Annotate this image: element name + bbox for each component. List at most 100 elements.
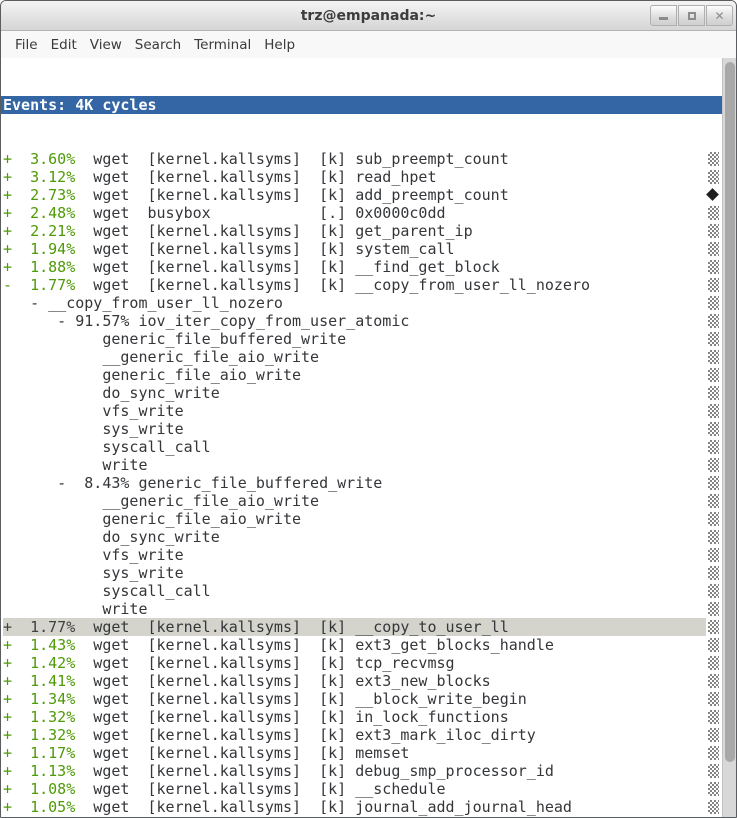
tui-scrollbar-block-icon (708, 296, 719, 310)
perf-callchain-text: __generic_file_aio_write (3, 492, 319, 510)
perf-callchain-text: syscall_call (3, 582, 211, 600)
perf-entry-row[interactable]: + 1.43% wget [kernel.kallsyms] [k] ext3_… (3, 636, 722, 654)
menu-item-file[interactable]: File (9, 33, 44, 57)
perf-row-detail: wget [kernel.kallsyms] [k] __copy_to_use… (75, 618, 508, 636)
perf-callchain-text: do_sync_write (3, 384, 220, 402)
tui-scrollbar-block-icon (708, 224, 719, 238)
perf-row-percent: + 1.94% (3, 240, 75, 258)
perf-row-detail: wget [kernel.kallsyms] [k] read_hpet (75, 168, 436, 186)
perf-row-detail: wget [kernel.kallsyms] [k] __schedule (75, 780, 445, 798)
perf-callchain-row[interactable]: __generic_file_aio_write (3, 348, 722, 366)
perf-entry-row[interactable]: + 1.32% wget [kernel.kallsyms] [k] in_lo… (3, 708, 722, 726)
perf-entry-row[interactable]: + 1.41% wget [kernel.kallsyms] [k] ext3_… (3, 672, 722, 690)
terminal-scrollbar-thumb[interactable] (725, 62, 735, 762)
perf-callchain-row[interactable]: syscall_call (3, 438, 722, 456)
tui-scrollbar-block-icon (708, 242, 719, 256)
tui-scrollbar-block-icon (708, 674, 719, 688)
perf-entry-row[interactable]: + 0.92% wget [kernel.kallsyms] [k] __ext… (3, 816, 722, 817)
perf-entry-row[interactable]: + 2.48% wget busybox [.] 0x0000c0dd (3, 204, 722, 222)
perf-callchain-row[interactable]: write (3, 600, 722, 618)
perf-entry-row[interactable]: + 1.34% wget [kernel.kallsyms] [k] __blo… (3, 690, 722, 708)
perf-entry-row[interactable]: + 1.94% wget [kernel.kallsyms] [k] syste… (3, 240, 722, 258)
perf-entry-row[interactable]: + 3.60% wget [kernel.kallsyms] [k] sub_p… (3, 150, 722, 168)
perf-callchain-row[interactable]: - __copy_from_user_ll_nozero (3, 294, 722, 312)
perf-row-percent: + 2.73% (3, 186, 75, 204)
perf-row-percent: + 2.21% (3, 222, 75, 240)
tui-scrollbar-block-icon (708, 548, 719, 562)
perf-entry-row[interactable]: + 1.77% wget [kernel.kallsyms] [k] __cop… (3, 618, 722, 636)
minimize-icon (659, 17, 668, 20)
perf-entry-row[interactable]: + 1.88% wget [kernel.kallsyms] [k] __fin… (3, 258, 722, 276)
close-button[interactable]: ✕ (706, 5, 733, 26)
tui-scrollbar-block-icon (708, 782, 719, 796)
tui-scrollbar-block-icon (708, 800, 719, 814)
perf-entry-row[interactable]: + 1.42% wget [kernel.kallsyms] [k] tcp_r… (3, 654, 722, 672)
perf-callchain-row[interactable]: sys_write (3, 564, 722, 582)
perf-callchain-row[interactable]: do_sync_write (3, 384, 722, 402)
perf-row-percent: + 1.05% (3, 798, 75, 816)
perf-entry-row[interactable]: + 3.12% wget [kernel.kallsyms] [k] read_… (3, 168, 722, 186)
menu-item-search[interactable]: Search (129, 33, 187, 57)
tui-scrollbar-block-icon (708, 746, 719, 760)
perf-row-detail: wget [kernel.kallsyms] [k] ext3_mark_ilo… (75, 726, 536, 744)
perf-row-percent: - 1.77% (3, 276, 75, 294)
menu-item-terminal[interactable]: Terminal (188, 33, 257, 57)
perf-callchain-text: vfs_write (3, 402, 184, 420)
tui-scrollbar-block-icon (708, 728, 719, 742)
perf-row-detail: wget [kernel.kallsyms] [k] debug_smp_pro… (75, 762, 554, 780)
perf-callchain-row[interactable]: do_sync_write (3, 528, 722, 546)
tui-scrollbar-block-icon (708, 314, 719, 328)
perf-row-percent: + 2.48% (3, 204, 75, 222)
perf-callchain-row[interactable]: generic_file_buffered_write (3, 330, 722, 348)
perf-events-header: Events: 4K cycles (1, 96, 722, 114)
tui-scrollbar-block-icon (708, 566, 719, 580)
perf-row-percent: + 1.42% (3, 654, 75, 672)
menu-item-help[interactable]: Help (258, 33, 301, 57)
perf-callchain-row[interactable]: - 91.57% iov_iter_copy_from_user_atomic (3, 312, 722, 330)
tui-scrollbar-block-icon (708, 260, 719, 274)
tui-scrollbar-block-icon (708, 350, 719, 364)
perf-entry-row[interactable]: + 1.05% wget [kernel.kallsyms] [k] journ… (3, 798, 722, 816)
perf-row-percent: + 1.88% (3, 258, 75, 276)
menu-item-edit[interactable]: Edit (45, 33, 83, 57)
title-bar[interactable]: trz@empanada:~ ✕ (1, 1, 736, 31)
tui-scrollbar-block-icon (708, 332, 719, 346)
window-controls: ✕ (650, 5, 733, 26)
perf-row-detail: wget [kernel.kallsyms] [k] journal_add_j… (75, 798, 572, 816)
tui-scrollbar-block-icon (708, 422, 719, 436)
tui-scrollbar-block-icon (708, 584, 719, 598)
perf-callchain-row[interactable]: sys_write (3, 420, 722, 438)
perf-callchain-text: vfs_write (3, 546, 184, 564)
perf-entry-row[interactable]: + 2.73% wget [kernel.kallsyms] [k] add_p… (3, 186, 722, 204)
tui-scrollbar-block-icon (708, 512, 719, 526)
minimize-button[interactable] (650, 5, 677, 26)
perf-callchain-row[interactable]: vfs_write (3, 402, 722, 420)
tui-scrollbar-block-icon (708, 476, 719, 490)
terminal-scrollbar[interactable] (722, 58, 736, 817)
perf-callchain-text: sys_write (3, 420, 184, 438)
perf-row-detail: wget [kernel.kallsyms] [k] ext3_get_bloc… (75, 636, 554, 654)
perf-entry-row[interactable]: + 1.08% wget [kernel.kallsyms] [k] __sch… (3, 780, 722, 798)
perf-row-percent: + 1.32% (3, 726, 75, 744)
perf-callchain-row[interactable]: __generic_file_aio_write (3, 492, 722, 510)
tui-scrollbar-block-icon (708, 494, 719, 508)
perf-callchain-row[interactable]: write (3, 456, 722, 474)
perf-row-percent: + 1.77% (3, 618, 75, 636)
perf-row-detail: wget [kernel.kallsyms] [k] system_call (75, 240, 454, 258)
menu-bar: File Edit View Search Terminal Help (1, 31, 736, 58)
perf-callchain-row[interactable]: - 8.43% generic_file_buffered_write (3, 474, 722, 492)
perf-callchain-row[interactable]: generic_file_aio_write (3, 366, 722, 384)
perf-entry-row[interactable]: + 2.21% wget [kernel.kallsyms] [k] get_p… (3, 222, 722, 240)
perf-entry-row[interactable]: + 1.17% wget [kernel.kallsyms] [k] memse… (3, 744, 722, 762)
menu-item-view[interactable]: View (84, 33, 128, 57)
perf-entry-row[interactable]: + 1.13% wget [kernel.kallsyms] [k] debug… (3, 762, 722, 780)
perf-row-detail: wget [kernel.kallsyms] [k] add_preempt_c… (75, 186, 508, 204)
perf-callchain-row[interactable]: vfs_write (3, 546, 722, 564)
tui-scrollbar-block-icon (708, 368, 719, 382)
perf-row-percent: + 1.32% (3, 708, 75, 726)
perf-entry-row[interactable]: + 1.32% wget [kernel.kallsyms] [k] ext3_… (3, 726, 722, 744)
perf-entry-row[interactable]: - 1.77% wget [kernel.kallsyms] [k] __cop… (3, 276, 722, 294)
perf-callchain-row[interactable]: generic_file_aio_write (3, 510, 722, 528)
maximize-button[interactable] (678, 5, 705, 26)
perf-callchain-row[interactable]: syscall_call (3, 582, 722, 600)
